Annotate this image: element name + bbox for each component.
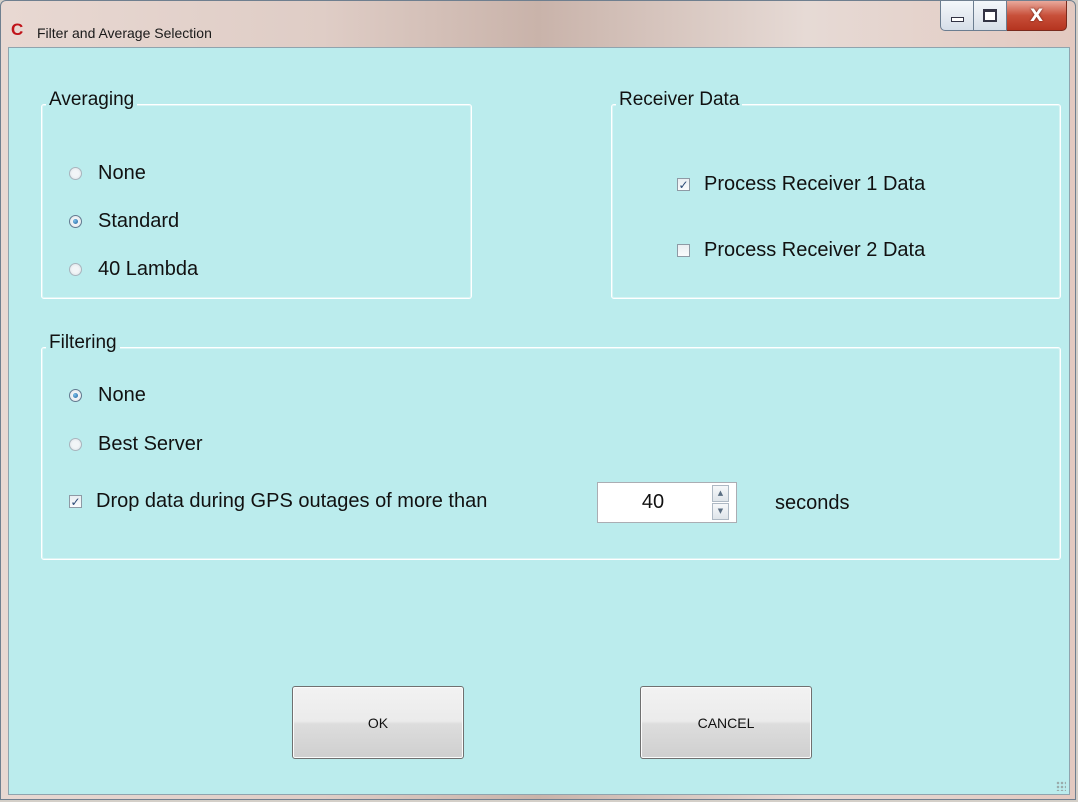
outage-seconds-value[interactable]: 40 [598, 483, 708, 522]
filtering-best-server-option[interactable]: Best Server [69, 433, 202, 456]
title-bar[interactable]: C Filter and Average Selection X [1, 1, 1075, 47]
averaging-40lambda-radio[interactable] [69, 263, 82, 276]
receiver-2-option[interactable]: Process Receiver 2 Data [677, 239, 925, 262]
maximize-icon [983, 9, 997, 22]
resize-grip-icon[interactable] [1056, 781, 1066, 791]
spin-down-icon[interactable]: ▼ [712, 503, 729, 520]
drop-gps-outage-label: Drop data during GPS outages of more tha… [96, 490, 488, 512]
receiver-1-checkbox[interactable]: ✓ [677, 178, 690, 191]
cancel-button[interactable]: CANCEL [640, 686, 812, 759]
caption-buttons: X [940, 1, 1067, 31]
dialog-client-area: Averaging None Standard 40 Lambda Receiv… [8, 47, 1070, 795]
minimize-button[interactable] [940, 1, 974, 31]
receiver-1-option[interactable]: ✓ Process Receiver 1 Data [677, 173, 925, 196]
app-icon: C [11, 20, 24, 39]
averaging-none-radio[interactable] [69, 167, 82, 180]
averaging-standard-label: Standard [98, 210, 180, 232]
drop-gps-outage-checkbox[interactable]: ✓ [69, 495, 82, 508]
close-button[interactable]: X [1007, 1, 1067, 31]
drop-gps-outage-option[interactable]: ✓ Drop data during GPS outages of more t… [69, 490, 487, 513]
averaging-standard-radio[interactable] [69, 215, 82, 228]
filtering-best-server-radio[interactable] [69, 438, 82, 451]
close-icon: X [1029, 5, 1044, 26]
averaging-standard-option[interactable]: Standard [69, 210, 179, 233]
filtering-none-label: None [98, 384, 146, 406]
receiver-data-group: Receiver Data [611, 89, 1061, 299]
minimize-icon [950, 17, 964, 22]
ok-button[interactable]: OK [292, 686, 464, 759]
averaging-none-label: None [98, 162, 146, 184]
spin-up-icon[interactable]: ▲ [712, 485, 729, 502]
filtering-none-radio[interactable] [69, 389, 82, 402]
averaging-none-option[interactable]: None [69, 162, 146, 185]
dialog-window: C Filter and Average Selection X Averagi… [0, 0, 1076, 800]
window-title: Filter and Average Selection [37, 25, 212, 41]
filtering-best-server-label: Best Server [98, 433, 203, 455]
outage-seconds-stepper[interactable]: 40 ▲ ▼ [597, 482, 737, 523]
seconds-unit-label: seconds [775, 492, 850, 514]
averaging-40lambda-option[interactable]: 40 Lambda [69, 258, 198, 281]
averaging-legend: Averaging [46, 89, 138, 111]
receiver-1-label: Process Receiver 1 Data [704, 173, 926, 195]
receiver-data-legend: Receiver Data [616, 89, 743, 111]
receiver-2-checkbox[interactable] [677, 244, 690, 257]
averaging-40lambda-label: 40 Lambda [98, 258, 199, 280]
filtering-legend: Filtering [46, 332, 120, 354]
maximize-button[interactable] [974, 1, 1007, 31]
filtering-none-option[interactable]: None [69, 384, 146, 407]
receiver-2-label: Process Receiver 2 Data [704, 239, 926, 261]
